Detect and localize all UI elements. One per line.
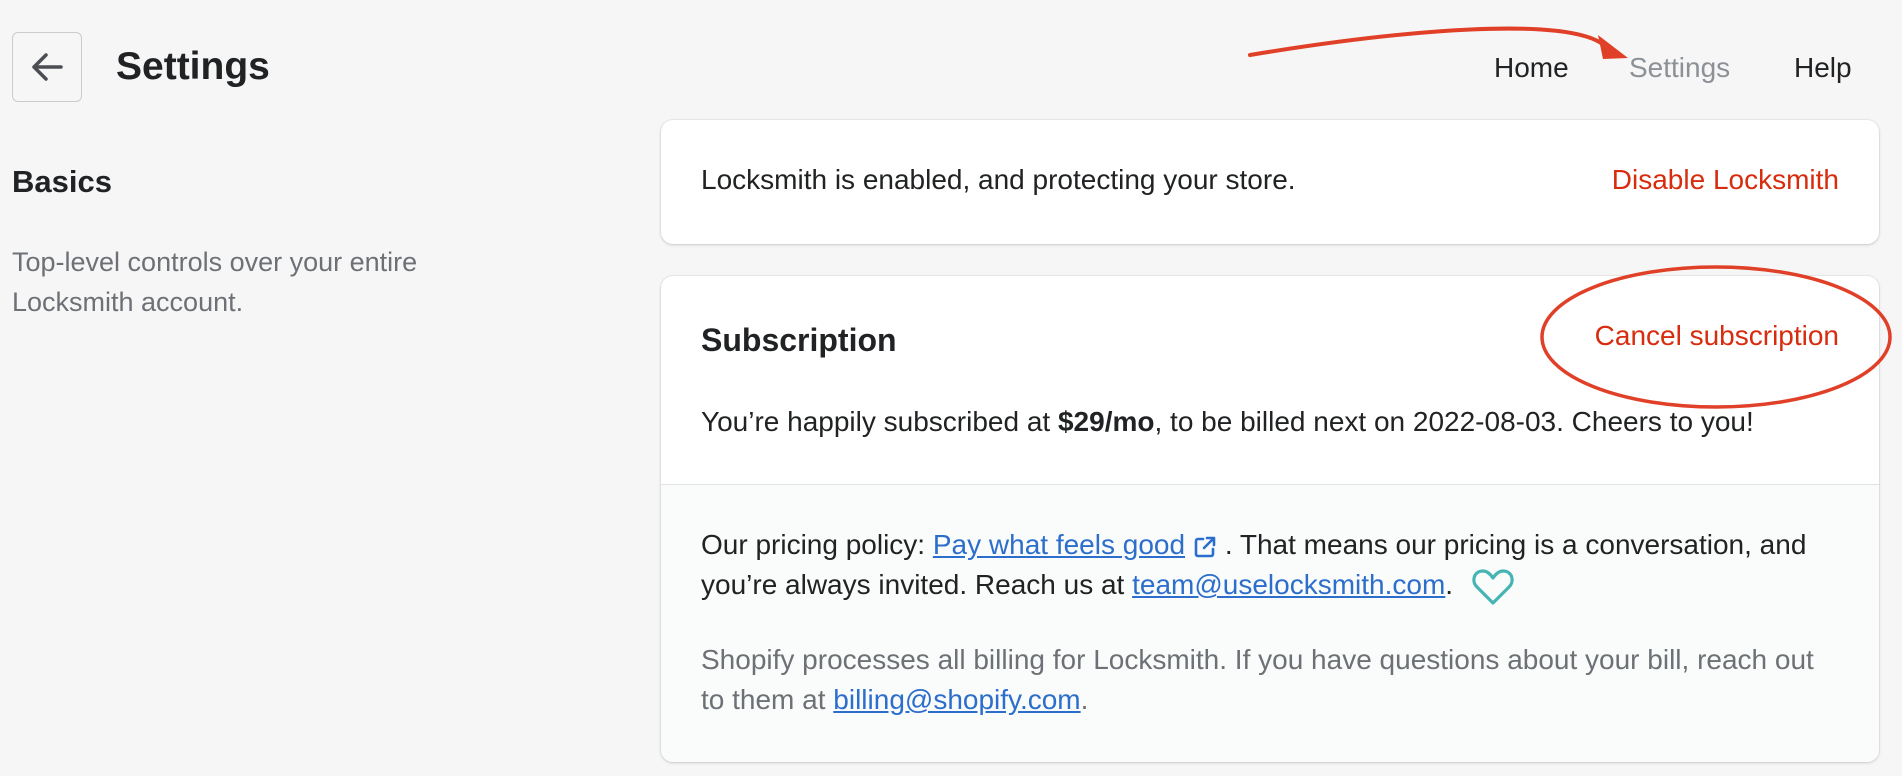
pricing-policy-text: Our pricing policy: Pay what feels good … <box>701 525 1841 607</box>
cancel-subscription-button[interactable]: Cancel subscription <box>1595 320 1839 352</box>
section-title: Basics <box>12 164 112 199</box>
nav-help-link[interactable]: Help <box>1794 52 1852 84</box>
subscription-price: $29/mo <box>1057 406 1155 437</box>
policy-prefix: Our pricing policy: <box>701 529 933 560</box>
policy-end: . <box>1445 569 1454 600</box>
subscription-text-after: , to be billed next on 2022-08-03. Cheer… <box>1154 406 1754 437</box>
billing-info-text: Shopify processes all billing for Locksm… <box>701 640 1841 720</box>
status-card: Locksmith is enabled, and protecting you… <box>661 120 1879 244</box>
status-text: Locksmith is enabled, and protecting you… <box>701 164 1296 195</box>
subscription-status-text: You’re happily subscribed at $29/mo, to … <box>701 406 1754 438</box>
subscription-title: Subscription <box>701 322 897 358</box>
top-navigation: Home Settings Help <box>0 52 1902 92</box>
pay-what-feels-good-link[interactable]: Pay what feels good <box>933 529 1185 560</box>
subscription-card: Subscription Cancel subscription You’re … <box>661 276 1879 762</box>
disable-locksmith-button[interactable]: Disable Locksmith <box>1612 164 1839 196</box>
team-email-link[interactable]: team@uselocksmith.com <box>1132 569 1445 600</box>
external-link-icon[interactable] <box>1193 535 1217 559</box>
section-description: Top-level controls over your entire Lock… <box>12 247 418 317</box>
heart-icon <box>1472 569 1514 605</box>
nav-home-link[interactable]: Home <box>1494 52 1569 84</box>
billing-end: . <box>1080 684 1089 715</box>
subscription-text-before: You’re happily subscribed at <box>701 406 1058 437</box>
nav-settings-link[interactable]: Settings <box>1629 52 1730 84</box>
billing-email-link[interactable]: billing@shopify.com <box>833 684 1080 715</box>
subscription-footer: Our pricing policy: Pay what feels good … <box>661 484 1879 762</box>
